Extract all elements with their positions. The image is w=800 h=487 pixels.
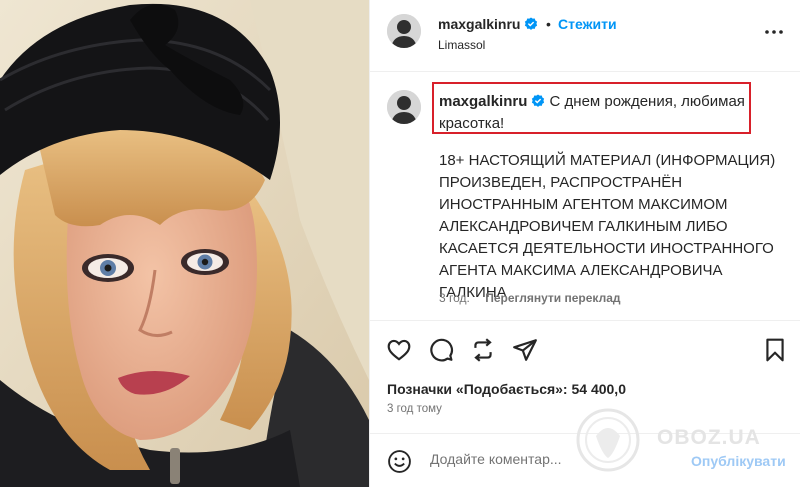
caption-avatar[interactable] <box>387 90 421 124</box>
follow-button[interactable]: Стежити <box>558 16 617 32</box>
action-bar <box>370 320 800 372</box>
likes-count[interactable]: Позначки «Подобається»: 54 400,0 <box>387 381 626 397</box>
post-sidebar: maxgalkinru • Стежити Limassol maxgalkin… <box>369 0 800 487</box>
avatar[interactable] <box>387 14 421 48</box>
portrait-image <box>0 0 369 487</box>
comment-icon[interactable] <box>428 337 454 363</box>
emoji-icon[interactable] <box>387 449 412 474</box>
more-options-icon[interactable] <box>764 28 784 36</box>
caption-meta: 3 год. Переглянути переклад <box>439 291 621 305</box>
location-link[interactable]: Limassol <box>438 38 485 52</box>
caption-username-text: maxgalkinru <box>439 93 528 110</box>
username-link[interactable]: maxgalkinru <box>438 16 538 32</box>
publish-button[interactable]: Опублікувати <box>691 453 786 469</box>
post-photo[interactable] <box>0 0 369 487</box>
verified-badge-icon <box>532 94 545 107</box>
send-icon[interactable] <box>512 337 538 363</box>
heart-icon[interactable] <box>386 337 412 363</box>
caption-text: maxgalkinru С днем рождения, любимая кра… <box>439 91 745 135</box>
post-time[interactable]: 3 год тому <box>387 403 442 415</box>
caption-username[interactable]: maxgalkinru <box>439 93 545 110</box>
username-text: maxgalkinru <box>438 16 521 32</box>
comment-bar: Опублікувати <box>370 433 800 487</box>
post-header: maxgalkinru • Стежити Limassol <box>370 0 800 72</box>
translate-button[interactable]: Переглянути переклад <box>485 291 620 305</box>
caption-age: 3 год. <box>439 291 470 305</box>
verified-badge-icon <box>525 17 538 30</box>
caption-disclaimer: 18+ НАСТОЯЩИЙ МАТЕРИАЛ (ИНФОРМАЦИЯ) ПРОИ… <box>439 152 776 301</box>
repost-icon[interactable] <box>470 337 496 363</box>
comment-input[interactable] <box>430 451 690 467</box>
separator-dot: • <box>546 16 551 32</box>
instagram-post: maxgalkinru • Стежити Limassol maxgalkin… <box>0 0 800 487</box>
bookmark-icon[interactable] <box>762 337 788 363</box>
